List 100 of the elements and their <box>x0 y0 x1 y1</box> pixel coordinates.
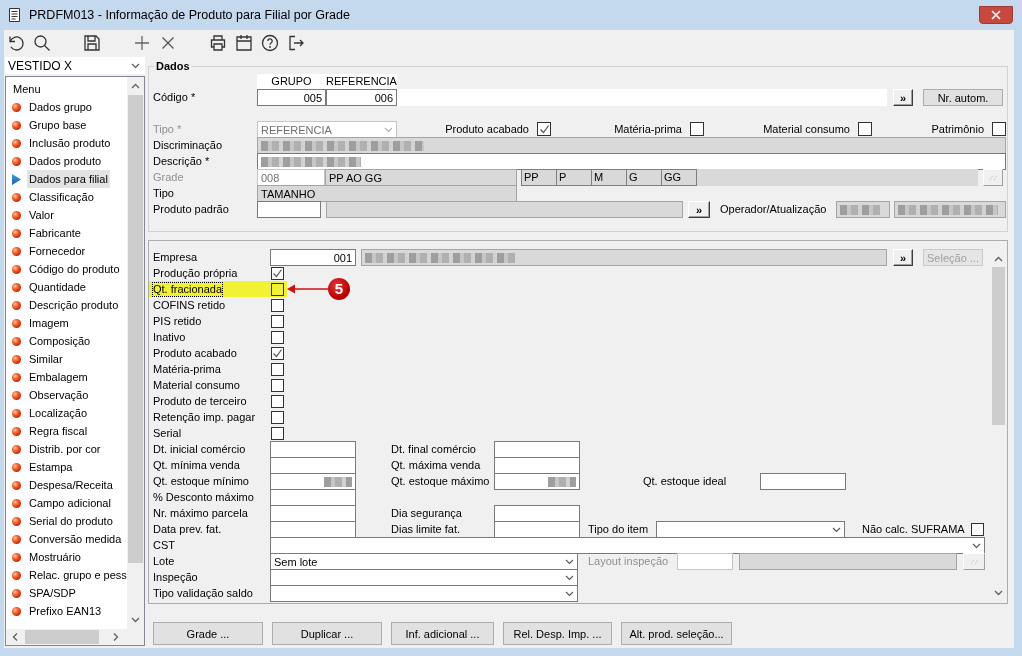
field-label: Retenção imp. pagar <box>153 410 256 424</box>
field-label: CST <box>153 538 176 553</box>
checkbox[interactable] <box>271 330 284 344</box>
calendar-icon[interactable] <box>235 34 253 52</box>
checkbox[interactable] <box>690 122 704 136</box>
action-button[interactable]: Duplicar ... <box>272 622 382 645</box>
field-label: Discriminação <box>153 138 224 153</box>
field-label: Produto acabado <box>153 346 237 360</box>
size-cell: M <box>591 169 627 186</box>
input-field[interactable] <box>494 473 580 490</box>
size-cell: G <box>626 169 662 186</box>
field-label: Qt. estoque ideal <box>643 474 728 489</box>
field-label: Layout inspeção <box>588 554 670 569</box>
input-field[interactable] <box>257 201 321 218</box>
sidebar-item[interactable]: Inclusão produto <box>27 134 113 152</box>
sidebar-item[interactable]: Distrib. por cor <box>27 440 103 458</box>
action-button[interactable]: Grade ... <box>153 622 263 645</box>
sidebar-item[interactable]: Dados para filial <box>27 170 110 188</box>
sidebar-item[interactable]: Mostruário <box>27 548 83 566</box>
field-label: Grade <box>153 170 185 185</box>
size-cell: GG <box>661 169 697 186</box>
sidebar-item[interactable]: Observação <box>27 386 91 404</box>
checkbox[interactable] <box>971 523 984 536</box>
field-label: Produto padrão <box>153 202 230 217</box>
input-field[interactable]: 005 <box>257 89 326 106</box>
sidebar-item[interactable]: Valor <box>27 206 56 224</box>
sidebar-item[interactable]: SPA/SDP <box>27 584 78 602</box>
sidebar-item[interactable]: Prefixo EAN13 <box>27 602 104 620</box>
field-label: Inativo <box>153 330 186 344</box>
sidebar-item[interactable]: Estampa <box>27 458 75 476</box>
sidebar-item[interactable]: Campo adicional <box>27 494 113 512</box>
sidebar-item[interactable]: Fornecedor <box>27 242 88 260</box>
sidebar-item[interactable]: Classificação <box>27 188 96 206</box>
undo-icon[interactable] <box>7 34 25 52</box>
checkbox[interactable] <box>271 394 284 408</box>
callout-arrow <box>287 284 328 294</box>
sidebar-item[interactable]: Imagem <box>27 314 71 332</box>
checkbox[interactable] <box>271 378 284 392</box>
vertical-scrollbar[interactable] <box>127 77 144 629</box>
field-label: Qt. estoque mínimo <box>153 474 250 489</box>
save-icon[interactable] <box>83 34 101 52</box>
checkbox[interactable] <box>537 122 551 136</box>
search-icon[interactable] <box>33 34 51 52</box>
auto-number-button[interactable]: Nr. autom. <box>923 89 1003 106</box>
input-field[interactable]: 006 <box>326 89 397 106</box>
checkbox[interactable] <box>271 314 284 328</box>
field-label: Dia segurança <box>391 506 463 521</box>
dropdown[interactable] <box>270 537 985 554</box>
dots-icon <box>988 174 998 181</box>
field-label: Descrição * <box>153 154 211 169</box>
action-button[interactable]: Alt. prod. seleção... <box>621 622 732 645</box>
sidebar-item[interactable]: Conversão medida <box>27 530 124 548</box>
lookup-button[interactable]: » <box>893 249 913 266</box>
checkbox[interactable] <box>992 122 1006 136</box>
sidebar-item[interactable]: Despesa/Receita <box>27 476 115 494</box>
sidebar-item[interactable]: Composição <box>27 332 93 350</box>
lookup-button[interactable]: » <box>893 89 913 106</box>
dropdown[interactable] <box>270 585 578 602</box>
sidebar-item[interactable]: Descrição produto <box>27 296 121 314</box>
field-label: Inspeção <box>153 570 199 585</box>
field-label: Qt. estoque máximo <box>391 474 491 489</box>
field-label: Serial <box>153 426 182 440</box>
close-button[interactable] <box>979 6 1013 24</box>
lookup-button[interactable]: » <box>688 201 710 218</box>
checkbox[interactable] <box>271 346 284 360</box>
field-label: Patrimônio <box>931 123 984 135</box>
action-button[interactable]: Rel. Desp. Imp. ... <box>503 622 612 645</box>
checkbox[interactable] <box>271 298 284 312</box>
checkbox[interactable] <box>858 122 872 136</box>
checkbox[interactable] <box>271 266 284 280</box>
checkbox[interactable] <box>271 410 284 424</box>
field-label: Dt. final comércio <box>391 442 477 457</box>
checkbox[interactable] <box>271 426 284 440</box>
sidebar-item[interactable]: Dados grupo <box>27 98 94 116</box>
input-field[interactable] <box>760 473 846 490</box>
chevron-down-icon <box>384 126 393 133</box>
sidebar-item[interactable]: Fabricante <box>27 224 83 242</box>
size-cell: P <box>556 169 592 186</box>
checkbox[interactable] <box>271 362 284 376</box>
sidebar-item[interactable]: Quantidade <box>27 278 88 296</box>
input-field[interactable]: 001 <box>270 249 356 266</box>
checkbox[interactable] <box>271 282 284 296</box>
sidebar-item[interactable]: Dados produto <box>27 152 104 170</box>
dropdown[interactable]: VESTIDO X <box>5 57 145 74</box>
sidebar-item[interactable]: Código do produto <box>27 260 122 278</box>
sidebar-item[interactable]: Regra fiscal <box>27 422 90 440</box>
sidebar-item[interactable]: Similar <box>27 350 65 368</box>
action-button[interactable]: Inf. adicional ... <box>391 622 494 645</box>
printer-icon[interactable] <box>209 34 227 52</box>
sidebar-item[interactable]: Serial do produto <box>27 512 115 530</box>
plus-icon[interactable] <box>133 34 151 52</box>
group-title: Dados <box>154 59 192 73</box>
help-icon[interactable] <box>261 34 279 52</box>
exit-icon[interactable] <box>287 34 305 52</box>
sidebar-item[interactable]: Grupo base <box>27 116 89 134</box>
horizontal-scrollbar[interactable] <box>6 629 127 645</box>
sidebar-item[interactable]: Localização <box>27 404 90 422</box>
sidebar-item[interactable]: Embalagem <box>27 368 90 386</box>
sidebar-item[interactable]: Relac. grupo e pess <box>27 566 127 584</box>
field-label: % Desconto máximo <box>153 490 255 505</box>
